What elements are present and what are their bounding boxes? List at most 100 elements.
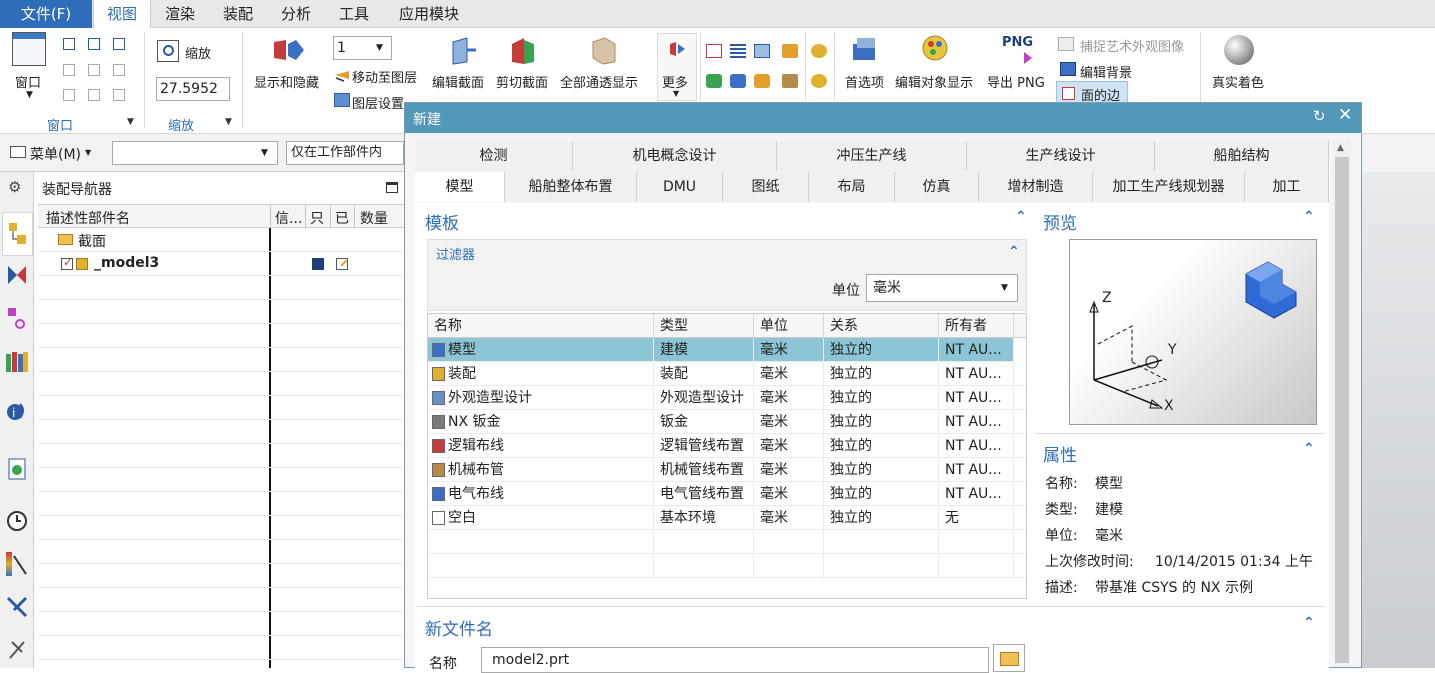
- sync-icon[interactable]: [730, 74, 746, 88]
- group-window-expand-icon[interactable]: ▼: [127, 117, 134, 127]
- edit-section-button[interactable]: 编辑截面: [432, 72, 484, 91]
- edit-section-icon[interactable]: [449, 36, 477, 66]
- template-row[interactable]: 模型 建模 毫米 独立的 NT AU...: [428, 338, 1014, 362]
- page-icon[interactable]: [782, 74, 798, 88]
- collapse-preview-icon[interactable]: ⌃: [1303, 209, 1315, 225]
- window-button-label[interactable]: 窗口: [15, 72, 41, 91]
- true-shading-icon[interactable]: [1224, 35, 1254, 65]
- tab-mechatronics[interactable]: 机电概念设计: [573, 141, 777, 171]
- tab-analysis[interactable]: 分析: [269, 0, 323, 28]
- collapse-filter-icon[interactable]: ⌃: [1008, 244, 1020, 260]
- window-layout-grid2-icon[interactable]: [88, 64, 100, 76]
- layer-settings-icon[interactable]: [334, 93, 350, 107]
- clock-icon[interactable]: [6, 510, 28, 532]
- reuse-library-icon[interactable]: [6, 350, 28, 372]
- zoom-label[interactable]: 缩放: [185, 43, 211, 62]
- tab-view[interactable]: 视图: [93, 0, 151, 28]
- collapse-properties-icon[interactable]: ⌃: [1303, 441, 1315, 457]
- tab-ship-layout[interactable]: 船舶整体布置: [505, 172, 637, 202]
- more-button[interactable]: 更多 ▼: [657, 33, 697, 101]
- dialog-scrollbar[interactable]: ▲: [1333, 141, 1351, 667]
- reset-icon[interactable]: ↻: [1313, 107, 1326, 125]
- tab-ship-structure[interactable]: 船舶结构: [1155, 141, 1329, 171]
- collapse-new-file-icon[interactable]: ⌃: [1303, 615, 1315, 631]
- window-icon[interactable]: [12, 32, 46, 66]
- col-quantity[interactable]: 数量: [360, 208, 388, 228]
- maximize-icon[interactable]: [386, 182, 398, 193]
- col-owner[interactable]: 所有者: [939, 314, 1014, 338]
- template-row[interactable]: 电气布线 电气管线布置 毫米 独立的 NT AU...: [428, 482, 1026, 506]
- tab-drawing[interactable]: 图纸: [723, 172, 809, 202]
- menu-icon[interactable]: [10, 146, 26, 158]
- scroll-up-icon[interactable]: ▲: [1337, 143, 1344, 153]
- template-row[interactable]: 机械布管 机械管线布置 毫米 独立的 NT AU...: [428, 458, 1026, 482]
- menu-button[interactable]: 菜单(M): [30, 144, 81, 164]
- edit-object-display-icon[interactable]: [921, 34, 953, 66]
- col-info[interactable]: 信...: [275, 208, 301, 228]
- chevron-down-icon[interactable]: ▼: [85, 148, 91, 157]
- graphics-window[interactable]: [1362, 172, 1435, 668]
- tab-simulation[interactable]: 仿真: [895, 172, 979, 202]
- template-row[interactable]: NX 钣金 钣金 毫米 独立的 NT AU...: [428, 410, 1026, 434]
- tab-render[interactable]: 渲染: [153, 0, 207, 28]
- tab-line-planner[interactable]: 加工生产线规划器: [1093, 172, 1245, 202]
- all-transparent-button[interactable]: 全部通透显示: [560, 72, 638, 91]
- true-shading-button[interactable]: 真实着色: [1212, 72, 1264, 91]
- tab-dmu[interactable]: DMU: [637, 172, 723, 202]
- tab-line-designer[interactable]: 生产线设计: [967, 141, 1155, 171]
- move-to-layer-button[interactable]: 移动至图层: [352, 67, 417, 86]
- col-readonly[interactable]: 只: [310, 208, 324, 228]
- show-hide-button[interactable]: 显示和隐藏: [254, 72, 319, 91]
- tab-press-line[interactable]: 冲压生产线: [777, 141, 967, 171]
- preferences-button[interactable]: 首选项: [845, 72, 884, 91]
- edit-object-display-button[interactable]: 编辑对象显示: [895, 72, 973, 91]
- edit-background-button[interactable]: 编辑背景: [1080, 62, 1132, 81]
- gear-icon[interactable]: ⚙: [8, 178, 21, 196]
- wave-icon[interactable]: [706, 74, 722, 88]
- tab-inspection[interactable]: 检测: [415, 141, 573, 171]
- template-row[interactable]: 空白 基本环境 毫米 独立的无: [428, 506, 1026, 530]
- chevron-down-icon[interactable]: ▼: [26, 90, 33, 100]
- zoom-value-input[interactable]: 27.5952: [156, 77, 230, 101]
- scrollbar-thumb[interactable]: [1335, 157, 1349, 663]
- stack-icon[interactable]: [730, 44, 746, 58]
- process-studio-icon[interactable]: [6, 552, 28, 576]
- window-layout-grid5-icon[interactable]: [88, 89, 100, 101]
- tree-row[interactable]: ✓ _model3: [38, 252, 404, 276]
- web-browser-icon[interactable]: i: [6, 400, 28, 422]
- tab-model[interactable]: 模型: [415, 172, 505, 202]
- layer-settings-button[interactable]: 图层设置: [352, 93, 404, 112]
- grid-icon[interactable]: [706, 44, 722, 58]
- zoom-icon[interactable]: [157, 40, 179, 62]
- coins2-icon[interactable]: [811, 74, 827, 88]
- roles-icon[interactable]: [6, 596, 28, 618]
- unit-select[interactable]: 毫米 ▼: [866, 274, 1018, 302]
- clip-section-icon[interactable]: [508, 36, 538, 66]
- transparent-display-icon[interactable]: [589, 36, 617, 66]
- file-name-input[interactable]: model2.prt: [481, 647, 989, 673]
- scope-dropdown[interactable]: 仅在工作部件内: [286, 141, 404, 165]
- constraint-navigator-icon[interactable]: [8, 266, 26, 284]
- window-layout-grid4-icon[interactable]: [63, 89, 75, 101]
- col-part-name[interactable]: 描述性部件名: [46, 208, 130, 228]
- tab-assembly[interactable]: 装配: [211, 0, 265, 28]
- system-scenes-icon[interactable]: [6, 638, 28, 660]
- col-type[interactable]: 类型: [654, 314, 754, 338]
- col-relation[interactable]: 关系: [824, 314, 939, 338]
- checkbox[interactable]: ✓: [61, 255, 73, 270]
- tab-layout[interactable]: 布局: [809, 172, 895, 202]
- dialog-title-bar[interactable]: 新建 ↻ ✕: [405, 103, 1361, 133]
- collapse-template-icon[interactable]: ⌃: [1015, 209, 1027, 225]
- group-zoom-expand-icon[interactable]: ▼: [225, 117, 232, 127]
- coins-icon[interactable]: [811, 44, 827, 58]
- assembly-navigator-tab[interactable]: [2, 212, 33, 256]
- window-layout-grid3-icon[interactable]: [113, 64, 125, 76]
- window-layout-hsplit-icon[interactable]: [113, 38, 125, 50]
- tab-tools[interactable]: 工具: [327, 0, 381, 28]
- table-icon[interactable]: [754, 44, 770, 58]
- close-icon[interactable]: ✕: [1338, 105, 1352, 125]
- history-icon[interactable]: [8, 458, 26, 480]
- template-row[interactable]: 装配 装配 毫米 独立的 NT AU...: [428, 362, 1026, 386]
- tab-application[interactable]: 应用模块: [387, 0, 471, 28]
- layer-select[interactable]: 1 ▼: [333, 36, 392, 60]
